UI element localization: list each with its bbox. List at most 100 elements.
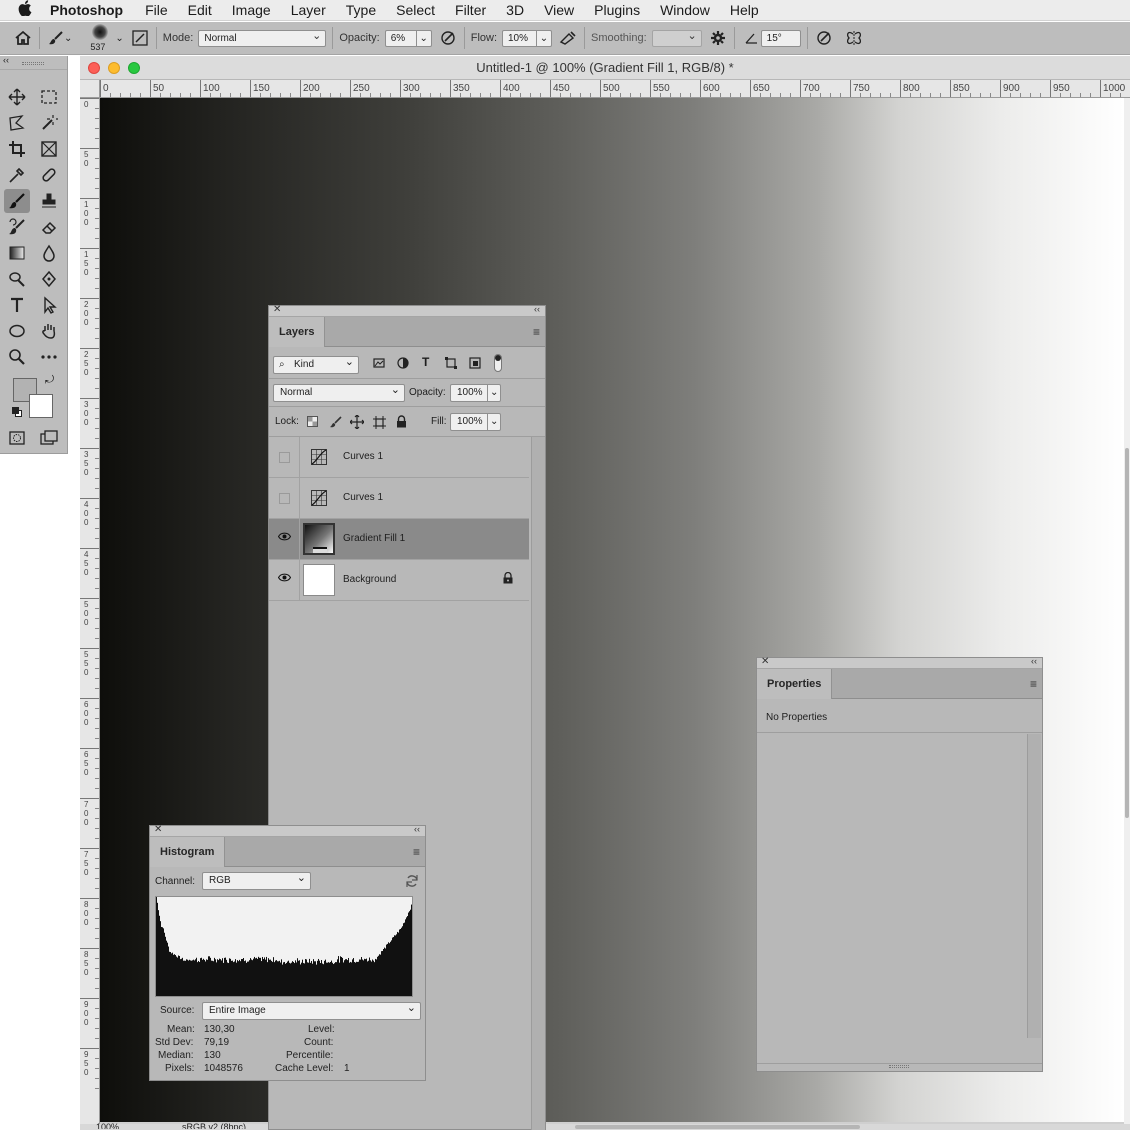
menu-window[interactable]: Window [660,2,710,18]
horizontal-ruler[interactable]: 0 50 100 150 200 250 300 350 400 450 500 550 600 650 7… [100,80,1130,98]
home-icon[interactable] [13,28,33,48]
layer-row-background[interactable]: Background [269,560,529,601]
menu-photoshop[interactable]: Photoshop [50,2,123,18]
healing-brush-tool-icon[interactable] [36,163,62,187]
lock-artboard-icon[interactable] [373,416,386,432]
eyedropper-tool-icon[interactable] [4,163,30,187]
zoom-window-button[interactable] [128,62,140,74]
type-tool-icon[interactable] [4,293,30,317]
lock-position-icon[interactable] [349,414,365,432]
crop-tool-icon[interactable] [4,137,30,161]
document-title-bar[interactable]: Untitled-1 @ 100% (Gradient Fill 1, RGB/… [80,56,1130,80]
lock-icon[interactable] [503,571,513,587]
layer-row-gradient-fill-1[interactable]: Gradient Fill 1 [269,519,529,560]
magic-wand-tool-icon[interactable] [36,111,62,135]
pen-tool-icon[interactable] [36,267,62,291]
ruler-corner[interactable] [80,80,100,98]
tab-properties[interactable]: Properties [757,669,833,699]
airbrush-icon[interactable] [558,28,578,48]
gear-icon[interactable] [708,28,728,48]
smoothing-input[interactable] [651,29,702,47]
menu-plugins[interactable]: Plugins [594,2,640,18]
more-tools-icon[interactable] [36,345,62,369]
dodge-tool-icon[interactable] [4,267,30,291]
eye-icon[interactable] [277,532,291,546]
minimize-window-button[interactable] [108,62,120,74]
menu-layer[interactable]: Layer [291,2,326,18]
brush-tool-icon[interactable] [46,28,66,48]
menu-help[interactable]: Help [730,2,759,18]
filter-toggle-switch[interactable] [494,354,502,372]
quick-mask-icon[interactable] [4,426,30,450]
refresh-icon[interactable] [405,874,419,891]
opacity-input[interactable]: 6% [384,29,417,47]
move-tool-icon[interactable] [4,85,30,109]
brush-preset-picker[interactable]: 537 [86,23,120,53]
menu-view[interactable]: View [544,2,574,18]
path-selection-tool-icon[interactable] [36,293,62,317]
lock-pixels-icon[interactable] [330,416,342,431]
mode-select[interactable]: Normal [198,29,327,47]
horizontal-scrollbar-thumb[interactable] [575,1125,860,1129]
flow-input[interactable]: 10% [502,29,537,47]
panel-menu-icon[interactable]: ≡ [533,325,540,339]
layer-row-curves-1-top[interactable]: Curves 1 [269,437,529,478]
flow-dropdown[interactable]: ⌄ [537,29,552,47]
visibility-toggle[interactable] [279,452,290,463]
marquee-tool-icon[interactable] [36,85,62,109]
stamp-tool-icon[interactable] [36,189,62,213]
layers-scrollbar[interactable] [531,437,545,1130]
toolbox-grip[interactable]: ‹‹ [0,55,67,70]
filter-type-icon[interactable]: T [422,355,429,369]
history-brush-tool-icon[interactable] [4,215,30,239]
zoom-level[interactable]: 100% [96,1123,119,1129]
collapse-icon[interactable]: ‹‹ [534,304,540,314]
visibility-toggle[interactable] [279,493,290,504]
chevron-down-icon[interactable]: ⌄ [64,33,72,44]
panel-menu-icon[interactable]: ≡ [1030,677,1037,691]
layer-name[interactable]: Curves 1 [343,492,383,503]
hand-tool-icon[interactable] [36,319,62,343]
resize-grip[interactable] [757,1063,1042,1071]
layer-name[interactable]: Background [343,574,396,585]
lasso-tool-icon[interactable] [4,111,30,135]
collapse-icon[interactable]: ‹‹ [3,55,9,65]
blur-tool-icon[interactable] [36,241,62,265]
layer-row-curves-1[interactable]: Curves 1 [269,478,529,519]
eraser-tool-icon[interactable] [36,215,62,239]
tab-layers[interactable]: Layers [269,317,326,347]
ellipse-tool-icon[interactable] [4,319,30,343]
filter-kind-select[interactable]: ⌕ Kind [273,354,359,374]
source-select[interactable]: Entire Image [202,1000,421,1020]
filter-pixel-icon[interactable] [373,357,385,372]
menu-file[interactable]: File [145,2,168,18]
symmetry-icon[interactable] [844,28,864,48]
swap-colors-icon[interactable]: ⤾ [45,374,54,387]
fill-input[interactable]: 100% [450,413,488,431]
close-icon[interactable]: ✕ [761,656,769,667]
filter-shape-icon[interactable] [445,357,457,372]
menu-edit[interactable]: Edit [188,2,212,18]
screen-mode-icon[interactable] [36,426,62,450]
vertical-ruler[interactable]: 0 5 0 1 0 0 1 5 0 2 0 0 2 5 0 3 0 0 3 5 0 4 0 0 4… [80,80,100,1130]
default-colors-icon[interactable] [12,407,22,417]
menu-select[interactable]: Select [396,2,435,18]
layer-name[interactable]: Curves 1 [343,451,383,462]
panel-header[interactable]: ✕ ‹‹ [269,304,545,317]
panel-header[interactable]: ✕ ‹‹ [757,656,1042,669]
collapse-icon[interactable]: ‹‹ [1031,656,1037,666]
properties-scrollbar[interactable] [1027,734,1041,1038]
scrollbar-thumb[interactable] [1125,448,1129,818]
angle-input[interactable]: 15° [760,29,801,47]
filter-smart-object-icon[interactable] [469,357,481,372]
layer-opacity-dropdown[interactable]: ⌄ [487,384,501,402]
panel-menu-icon[interactable]: ≡ [413,845,420,859]
close-window-button[interactable] [88,62,100,74]
brush-tool-icon[interactable] [4,189,30,213]
panel-header[interactable]: ✕ ‹‹ [150,824,425,837]
close-icon[interactable]: ✕ [154,824,162,835]
menu-filter[interactable]: Filter [455,2,486,18]
gradient-tool-icon[interactable] [4,241,30,265]
close-icon[interactable]: ✕ [273,304,281,315]
apple-menu-icon[interactable] [14,0,36,20]
